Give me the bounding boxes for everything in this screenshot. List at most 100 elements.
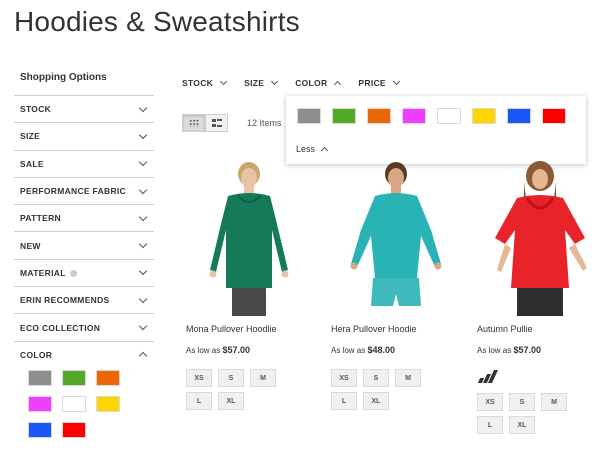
list-view-button[interactable] bbox=[205, 114, 228, 132]
product-price: As low as $57.00 bbox=[477, 345, 607, 355]
dropdown-color-swatches bbox=[297, 108, 566, 124]
filter-label: ERIN RECOMMENDS bbox=[20, 295, 110, 306]
page-title: Hoodies & Sweatshirts bbox=[14, 6, 300, 37]
chevron-down-icon bbox=[271, 77, 279, 86]
size-option[interactable]: S bbox=[363, 369, 389, 387]
size-option[interactable]: S bbox=[218, 369, 244, 387]
filter-sale[interactable]: SALE bbox=[14, 149, 154, 177]
swatch-purple[interactable] bbox=[402, 108, 426, 124]
swatch-gray[interactable] bbox=[297, 108, 321, 124]
swatch-purple[interactable] bbox=[28, 396, 52, 412]
size-option[interactable]: L bbox=[477, 416, 503, 434]
filter-label: PATTERN bbox=[20, 213, 61, 224]
swatch-blue[interactable] bbox=[28, 422, 52, 438]
size-option[interactable]: L bbox=[331, 392, 357, 410]
size-option[interactable]: M bbox=[250, 369, 276, 387]
price-value: $57.00 bbox=[222, 345, 250, 355]
less-toggle[interactable]: Less bbox=[296, 144, 329, 155]
swatch-yellow[interactable] bbox=[472, 108, 496, 124]
top-filter-label: PRICE bbox=[358, 78, 386, 88]
chevron-down-icon bbox=[220, 77, 228, 86]
top-filter-size[interactable]: SIZE bbox=[244, 77, 279, 88]
size-options: XS S M L XL bbox=[477, 393, 607, 434]
help-icon[interactable] bbox=[69, 270, 77, 278]
top-filter-color[interactable]: COLOR bbox=[295, 78, 342, 89]
filter-label: ECO COLLECTION bbox=[20, 322, 101, 333]
price-prefix: As low as bbox=[477, 346, 512, 355]
size-options: XS S M L XL bbox=[186, 369, 316, 410]
less-label: Less bbox=[296, 144, 316, 154]
product-card: Mona Pullover Hoodlie As low as $57.00 X… bbox=[186, 160, 316, 410]
size-option[interactable]: XS bbox=[331, 369, 357, 387]
size-option[interactable]: M bbox=[395, 369, 421, 387]
top-filter-price[interactable]: PRICE bbox=[358, 77, 400, 88]
filter-label: MATERIAL bbox=[20, 268, 77, 278]
brand-logo-icon bbox=[477, 369, 499, 383]
size-option[interactable]: S bbox=[509, 393, 535, 411]
filter-stock[interactable]: STOCK bbox=[14, 95, 154, 122]
chevron-up-icon bbox=[138, 352, 148, 361]
price-value: $48.00 bbox=[367, 345, 395, 355]
size-option[interactable]: XS bbox=[477, 393, 503, 411]
top-filter-label: SIZE bbox=[244, 78, 265, 88]
product-price: As low as $57.00 bbox=[186, 345, 316, 355]
filter-performance-fabric[interactable]: PERFORMANCE FABRIC bbox=[14, 176, 154, 204]
grid-view-button[interactable] bbox=[182, 114, 205, 132]
chevron-down-icon bbox=[392, 77, 400, 86]
filter-list: STOCK SIZE SALE PERFORMANCE FABRIC PATTE… bbox=[14, 95, 154, 368]
chevron-down-icon bbox=[138, 294, 148, 303]
top-filter-stock[interactable]: STOCK bbox=[182, 77, 228, 88]
filter-erin-recommends[interactable]: ERIN RECOMMENDS bbox=[14, 286, 154, 313]
size-option[interactable]: XL bbox=[218, 392, 244, 410]
swatch-orange[interactable] bbox=[367, 108, 391, 124]
product-name[interactable]: Mona Pullover Hoodlie bbox=[186, 324, 316, 334]
filter-eco-collection[interactable]: ECO COLLECTION bbox=[14, 313, 154, 340]
filter-label: STOCK bbox=[20, 104, 52, 115]
swatch-red[interactable] bbox=[62, 422, 86, 438]
product-price: As low as $48.00 bbox=[331, 345, 461, 355]
swatch-blue[interactable] bbox=[507, 108, 531, 124]
filter-label-text: MATERIAL bbox=[20, 267, 66, 278]
product-image[interactable] bbox=[477, 160, 607, 318]
list-icon bbox=[211, 119, 222, 127]
chevron-down-icon bbox=[138, 130, 148, 140]
size-option[interactable]: XS bbox=[186, 369, 212, 387]
swatch-white[interactable] bbox=[437, 108, 461, 124]
filter-label: SIZE bbox=[20, 131, 41, 142]
items-count: 12 Items bbox=[247, 118, 282, 128]
chevron-down-icon bbox=[138, 103, 148, 112]
price-prefix: As low as bbox=[186, 346, 221, 355]
filter-material[interactable]: MATERIAL bbox=[14, 258, 154, 286]
swatch-green[interactable] bbox=[332, 108, 356, 124]
sidebar-color-swatches bbox=[28, 370, 138, 438]
swatch-orange[interactable] bbox=[96, 370, 120, 386]
chevron-up-icon bbox=[334, 80, 342, 89]
filter-label: SALE bbox=[20, 158, 44, 169]
product-card: Autumn Pullie As low as $57.00 XS S M L … bbox=[477, 160, 607, 434]
grid-icon bbox=[188, 119, 199, 127]
filter-color[interactable]: COLOR bbox=[14, 340, 154, 368]
swatch-red[interactable] bbox=[542, 108, 566, 124]
chevron-down-icon bbox=[138, 185, 148, 194]
size-option[interactable]: M bbox=[541, 393, 567, 411]
swatch-white[interactable] bbox=[62, 396, 86, 412]
filter-pattern[interactable]: PATTERN bbox=[14, 204, 154, 231]
swatch-yellow[interactable] bbox=[96, 396, 120, 412]
color-filter-dropdown: Less bbox=[286, 96, 586, 164]
chevron-down-icon bbox=[138, 157, 148, 167]
filter-size[interactable]: SIZE bbox=[14, 122, 154, 149]
size-option[interactable]: XL bbox=[509, 416, 535, 434]
filter-label: NEW bbox=[20, 240, 41, 251]
shopping-options-heading: Shopping Options bbox=[20, 72, 107, 83]
size-option[interactable]: XL bbox=[363, 392, 389, 410]
product-image[interactable] bbox=[186, 160, 316, 318]
product-name[interactable]: Hera Pullover Hoodie bbox=[331, 324, 461, 334]
top-filter-label: COLOR bbox=[295, 78, 328, 88]
size-option[interactable]: L bbox=[186, 392, 212, 410]
swatch-green[interactable] bbox=[62, 370, 86, 386]
product-name[interactable]: Autumn Pullie bbox=[477, 324, 607, 334]
swatch-gray[interactable] bbox=[28, 370, 52, 386]
product-image[interactable] bbox=[331, 160, 461, 318]
filter-new[interactable]: NEW bbox=[14, 231, 154, 258]
chevron-down-icon bbox=[138, 267, 148, 276]
